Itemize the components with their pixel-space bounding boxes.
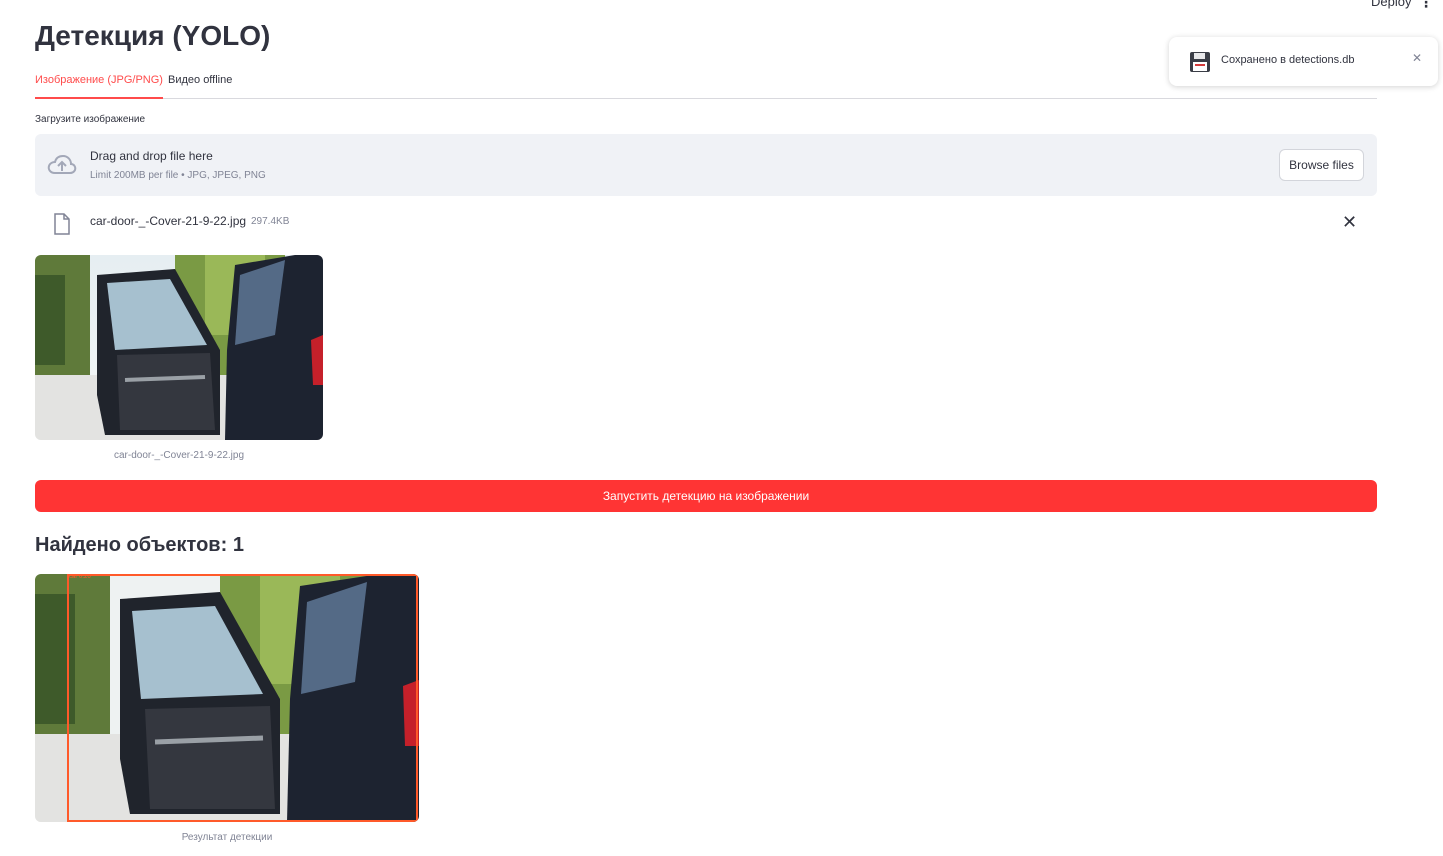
cloud-upload-icon — [47, 154, 77, 174]
uploaded-file-size: 297.4KB — [251, 216, 290, 227]
preview-caption: car-door-_-Cover-21-9-22.jpg — [113, 450, 245, 461]
toast-message: Сохранено в detections.db — [1221, 54, 1355, 66]
preview-image — [35, 255, 323, 440]
detection-result-image: car 0.26 — [35, 574, 419, 822]
main-menu-icon[interactable]: ⋮ — [1419, 0, 1433, 11]
browse-files-button[interactable]: Browse files — [1279, 149, 1364, 181]
tab-video-offline[interactable]: Видео offline — [168, 62, 232, 99]
run-detection-button[interactable]: Запустить детекцию на изображении — [35, 480, 1377, 512]
detection-box-label: car 0.26 — [69, 574, 91, 580]
uploader-label: Загрузите изображение — [35, 114, 146, 125]
dropzone-limit: Limit 200MB per file • JPG, JPEG, PNG — [90, 170, 266, 181]
objects-found-title: Найдено объектов: 1 — [35, 534, 244, 556]
file-icon — [54, 213, 70, 235]
toast-close-icon[interactable]: ✕ — [1412, 51, 1422, 65]
uploaded-file-row: car-door-_-Cover-21-9-22.jpg 297.4KB ✕ — [35, 206, 1377, 238]
car-door-detection-photo — [35, 574, 419, 822]
top-header: Deploy ⋮ — [0, 0, 1443, 12]
deploy-button[interactable]: Deploy — [1371, 0, 1411, 9]
saved-toast: Сохранено в detections.db ✕ — [1169, 37, 1438, 86]
dropzone-title: Drag and drop file here — [90, 149, 213, 163]
floppy-disk-icon — [1190, 52, 1210, 72]
tab-image[interactable]: Изображение (JPG/PNG) — [35, 62, 163, 99]
car-door-photo — [35, 255, 323, 440]
file-dropzone[interactable]: Drag and drop file here Limit 200MB per … — [35, 134, 1377, 196]
uploaded-file-name: car-door-_-Cover-21-9-22.jpg — [90, 214, 247, 228]
page-title: Детекция (YOLO) — [35, 20, 271, 51]
remove-file-icon[interactable]: ✕ — [1342, 212, 1357, 232]
result-caption: Результат детекции — [181, 832, 273, 843]
